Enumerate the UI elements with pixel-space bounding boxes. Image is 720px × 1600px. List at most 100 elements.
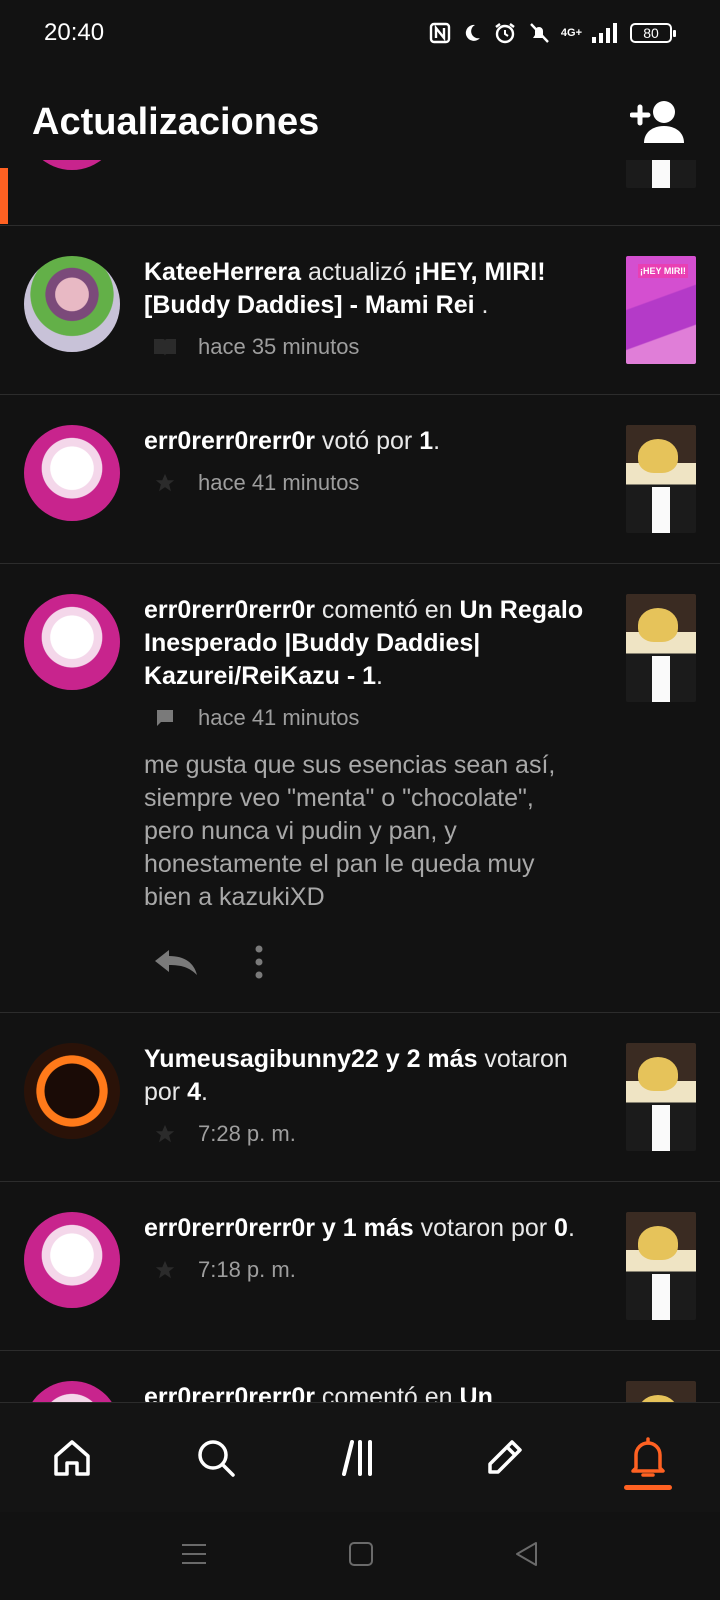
avatar[interactable] bbox=[24, 1043, 120, 1139]
activity-verb: actualizó bbox=[301, 258, 414, 286]
avatar[interactable] bbox=[24, 1212, 120, 1308]
feed-item[interactable]: err0rerr0rerr0r comentó en Un Regalo Ine… bbox=[0, 564, 720, 1013]
feed-item[interactable]: err0rerr0rerr0r y 1 más votaron por 0. 7… bbox=[0, 1182, 720, 1351]
part-link[interactable]: 4 bbox=[187, 1078, 201, 1106]
activity-meta: hace 35 minutos bbox=[144, 332, 606, 362]
feed-item[interactable] bbox=[0, 160, 720, 226]
user-name[interactable]: err0rerr0rerr0r bbox=[144, 596, 315, 624]
activity-suffix: . bbox=[567, 1214, 575, 1242]
add-friend-button[interactable] bbox=[628, 95, 688, 149]
activity-text: err0rerr0rerr0r comentó en Un Regalo Ine… bbox=[144, 594, 606, 693]
status-bar: 20:40 4G+ 80 bbox=[0, 0, 720, 66]
more-options-button[interactable] bbox=[244, 942, 274, 982]
timestamp: 7:18 p. m. bbox=[198, 1257, 296, 1282]
user-name[interactable]: err0rerr0rerr0r bbox=[144, 1383, 315, 1402]
back-triangle-icon bbox=[516, 1541, 537, 1566]
nav-notifications[interactable] bbox=[576, 1403, 720, 1512]
activity-suffix: . bbox=[474, 291, 489, 319]
active-tab-indicator bbox=[624, 1485, 672, 1490]
star-icon bbox=[152, 470, 178, 496]
timestamp: hace 41 minutos bbox=[198, 705, 360, 730]
story-cover[interactable] bbox=[626, 160, 696, 188]
add-person-icon bbox=[630, 101, 684, 143]
star-icon bbox=[152, 1257, 178, 1283]
part-link[interactable]: 0 bbox=[554, 1214, 568, 1242]
activity-verb: comentó en bbox=[314, 1383, 460, 1402]
reply-button[interactable] bbox=[148, 942, 204, 982]
bottom-nav bbox=[0, 1402, 720, 1512]
activity-meta: 7:18 p. m. bbox=[144, 1255, 606, 1285]
nfc-icon bbox=[429, 22, 451, 44]
avatar[interactable] bbox=[24, 594, 120, 690]
story-cover[interactable] bbox=[626, 425, 696, 533]
part-link[interactable]: 1 bbox=[419, 427, 433, 455]
activity-meta: 7:28 p. m. bbox=[144, 1119, 606, 1149]
activity-text: Yumeusagibunny22 y 2 más votaron por 4. bbox=[144, 1043, 606, 1109]
battery-indicator: 80 bbox=[630, 23, 676, 43]
reply-icon bbox=[155, 950, 197, 975]
mute-icon bbox=[530, 23, 549, 43]
comment-text: me gusta que sus esencias sean así, siem… bbox=[144, 751, 556, 911]
nav-library[interactable] bbox=[288, 1403, 432, 1512]
recents-button[interactable] bbox=[180, 1542, 208, 1571]
nav-home[interactable] bbox=[0, 1403, 144, 1512]
page-title: Actualizaciones bbox=[32, 100, 320, 143]
alarm-icon bbox=[495, 23, 515, 44]
activity-text: KateeHerrera actualizó ¡HEY, MIRI! [Budd… bbox=[144, 256, 606, 322]
story-cover[interactable] bbox=[626, 1212, 696, 1320]
timestamp: hace 35 minutos bbox=[198, 334, 360, 359]
activity-meta: hace 41 minutos bbox=[144, 468, 606, 498]
home-icon bbox=[54, 1439, 90, 1476]
activity-suffix: . bbox=[433, 427, 441, 455]
app-header: Actualizaciones bbox=[0, 84, 720, 160]
story-cover[interactable] bbox=[626, 594, 696, 702]
activity-verb: votó por bbox=[314, 427, 420, 455]
user-name[interactable]: Yumeusagibunny22 y 2 más bbox=[144, 1045, 477, 1073]
home-system-button[interactable] bbox=[348, 1541, 374, 1572]
updates-feed[interactable]: KateeHerrera actualizó ¡HEY, MIRI! [Budd… bbox=[0, 160, 720, 1402]
activity-text: err0rerr0rerr0r comentó en Un bbox=[144, 1381, 606, 1402]
activity-verb: votaron por bbox=[413, 1214, 555, 1242]
avatar[interactable] bbox=[24, 256, 120, 352]
comment-icon bbox=[152, 705, 178, 731]
activity-text: err0rerr0rerr0r votó por 1. bbox=[144, 425, 606, 458]
unread-marker bbox=[0, 168, 8, 224]
nav-search[interactable] bbox=[144, 1403, 288, 1512]
square-icon bbox=[349, 1541, 373, 1566]
back-button[interactable] bbox=[514, 1541, 540, 1572]
search-icon bbox=[198, 1439, 235, 1477]
write-icon bbox=[488, 1439, 522, 1474]
user-name[interactable]: err0rerr0rerr0r bbox=[144, 427, 315, 455]
system-nav-bar bbox=[0, 1512, 720, 1600]
story-cover[interactable] bbox=[626, 1381, 696, 1402]
activity-suffix: . bbox=[376, 662, 383, 690]
activity-text: err0rerr0rerr0r y 1 más votaron por 0. bbox=[144, 1212, 606, 1245]
user-name[interactable]: KateeHerrera bbox=[144, 258, 301, 286]
signal-icon bbox=[592, 23, 617, 43]
notifications-icon bbox=[631, 1436, 665, 1477]
timestamp: 7:28 p. m. bbox=[198, 1121, 296, 1146]
star-icon bbox=[152, 1121, 178, 1147]
feed-item[interactable]: KateeHerrera actualizó ¡HEY, MIRI! [Budd… bbox=[0, 226, 720, 395]
feed-item[interactable]: err0rerr0rerr0r comentó en Un bbox=[0, 1351, 720, 1402]
story-cover[interactable] bbox=[626, 256, 696, 364]
feed-item[interactable]: Yumeusagibunny22 y 2 más votaron por 4. … bbox=[0, 1013, 720, 1182]
nav-write[interactable] bbox=[432, 1403, 576, 1512]
avatar[interactable] bbox=[24, 1381, 120, 1402]
story-cover[interactable] bbox=[626, 1043, 696, 1151]
status-time: 20:40 bbox=[44, 19, 105, 46]
status-icons: 4G+ 80 bbox=[429, 21, 676, 45]
book-icon bbox=[152, 334, 178, 360]
more-vertical-icon bbox=[255, 945, 263, 979]
library-icon bbox=[342, 1439, 372, 1476]
avatar[interactable] bbox=[24, 425, 120, 521]
network-type: 4G+ bbox=[560, 27, 582, 39]
timestamp: hace 41 minutos bbox=[198, 470, 360, 495]
avatar[interactable] bbox=[24, 160, 120, 170]
activity-meta: hace 41 minutos bbox=[144, 703, 606, 733]
user-name[interactable]: err0rerr0rerr0r y 1 más bbox=[144, 1214, 414, 1242]
moon-icon bbox=[465, 24, 480, 41]
feed-item[interactable]: err0rerr0rerr0r votó por 1. hace 41 minu… bbox=[0, 395, 720, 564]
comment-actions bbox=[144, 942, 606, 982]
story-title-link[interactable]: Un bbox=[460, 1383, 493, 1402]
